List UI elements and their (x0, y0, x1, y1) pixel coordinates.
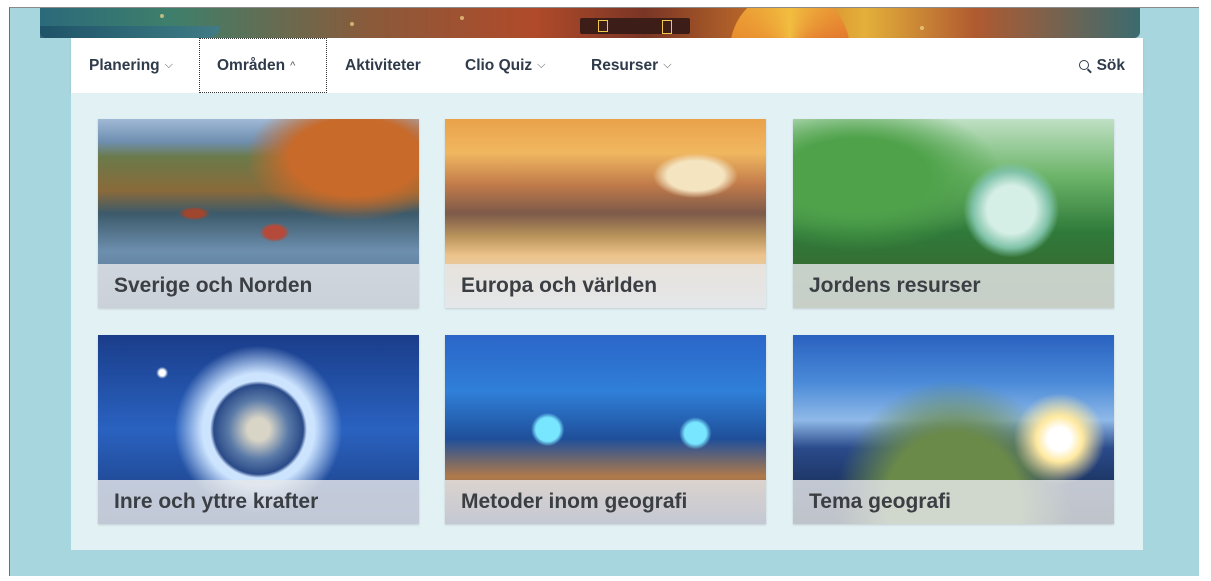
nav-item-clio-quiz[interactable]: Clio Quiz ⌵ (465, 38, 546, 93)
area-card-title: Tema geografi (793, 480, 1114, 524)
main-navigation: Planering ⌵ Områden ^ Aktiviteter Clio Q… (71, 38, 1143, 93)
areas-grid: Sverige och Norden Europa och världen Jo… (71, 93, 1143, 550)
nav-item-label: Planering (89, 56, 160, 74)
nav-item-omraden[interactable]: Områden ^ (199, 38, 327, 93)
area-card-tema-geografi[interactable]: Tema geografi (793, 335, 1114, 524)
nav-item-label: Aktiviteter (345, 56, 421, 74)
banner-dot-decoration (350, 22, 354, 26)
area-card-title: Metoder inom geografi (445, 480, 766, 524)
nav-item-label: Områden (217, 56, 286, 74)
chevron-up-icon: ^ (290, 59, 296, 72)
banner-dot-decoration (160, 14, 164, 18)
nav-item-label: Clio Quiz (465, 56, 533, 74)
banner-wave-decoration (40, 26, 220, 38)
area-card-metoder-inom-geografi[interactable]: Metoder inom geografi (445, 335, 766, 524)
area-card-sverige-och-norden[interactable]: Sverige och Norden (98, 119, 419, 308)
banner-dot-decoration (460, 16, 464, 20)
browser-viewport: Planering ⌵ Områden ^ Aktiviteter Clio Q… (9, 7, 1199, 576)
banner-dot-decoration (920, 26, 924, 30)
banner-figure-icon (598, 20, 608, 32)
chevron-down-icon: ⌵ (164, 59, 173, 71)
area-card-europa-och-varlden[interactable]: Europa och världen (445, 119, 766, 308)
search-button[interactable]: Sök (1078, 38, 1125, 93)
banner-figure-decoration (580, 18, 690, 34)
area-card-jordens-resurser[interactable]: Jordens resurser (793, 119, 1114, 308)
nav-item-resurser[interactable]: Resurser ⌵ (591, 38, 672, 93)
search-label: Sök (1096, 56, 1125, 74)
area-card-title: Sverige och Norden (98, 264, 419, 308)
area-card-title: Europa och världen (445, 264, 766, 308)
chevron-down-icon: ⌵ (663, 59, 672, 71)
banner-door-icon (662, 20, 672, 34)
header-banner (40, 8, 1140, 50)
nav-item-aktiviteter[interactable]: Aktiviteter (345, 38, 421, 93)
search-icon (1078, 59, 1089, 70)
area-card-title: Inre och yttre krafter (98, 480, 419, 524)
chevron-down-icon: ⌵ (537, 59, 546, 71)
area-card-inre-och-yttre-krafter[interactable]: Inre och yttre krafter (98, 335, 419, 524)
area-card-title: Jordens resurser (793, 264, 1114, 308)
nav-item-label: Resurser (591, 56, 659, 74)
nav-item-planering[interactable]: Planering ⌵ (89, 38, 173, 93)
